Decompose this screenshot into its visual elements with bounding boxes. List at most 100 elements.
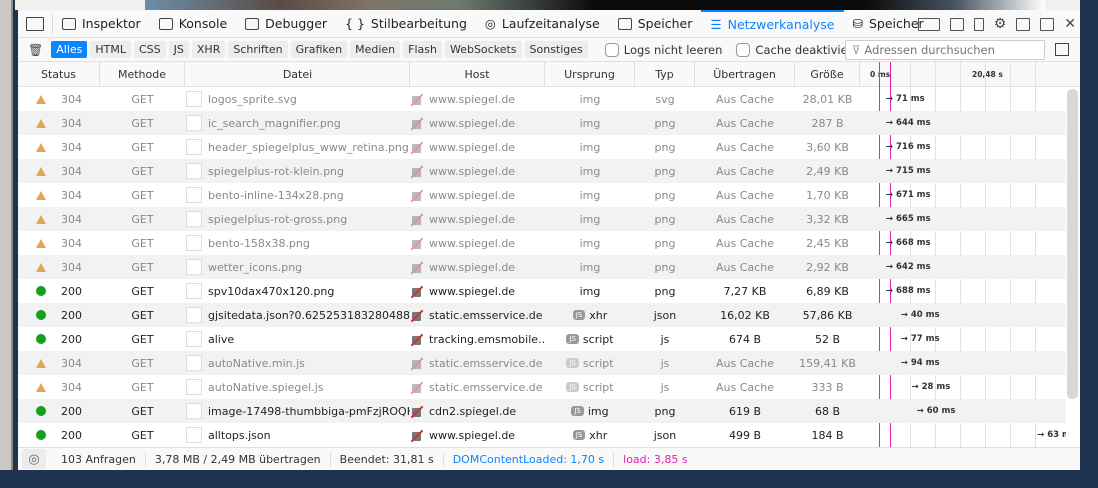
origin-value: xhr (589, 428, 608, 442)
screenshot-icon[interactable] (973, 17, 984, 31)
table-row[interactable]: 200 GET alltops.json www.spiegel.de JS xhr jso… (18, 423, 1066, 447)
tab-konsole[interactable]: Konsole (150, 10, 236, 38)
insecure-connection-icon (410, 261, 423, 274)
filter-sonstiges[interactable]: Sonstiges (524, 41, 588, 58)
persist-logs-checkbox[interactable]: Logs nicht leeren (604, 42, 723, 57)
trash-icon[interactable]: 🗑 (28, 43, 43, 57)
timing-value: 668 ms (895, 238, 931, 248)
close-icon[interactable]: ✕ (1064, 16, 1076, 32)
tab-netzwerkanalyse[interactable]: ☰ Netzwerkanalyse (701, 9, 844, 38)
arrow-icon: → (900, 334, 911, 344)
waterfall-cell: → 94 ms (860, 351, 1066, 375)
table-row[interactable]: 304 GET bento-158x38.png www.spiegel.de img p… (18, 231, 1066, 255)
status-cell: 304 (18, 111, 100, 135)
waterfall-cell: → 60 ms (860, 399, 1066, 423)
size-cell: 68 B (814, 404, 841, 418)
file-name: logos_sprite.svg (208, 92, 297, 106)
checkbox[interactable] (736, 42, 751, 57)
performance-analysis-icon[interactable]: ◎ (22, 449, 46, 469)
filter-grafiken[interactable]: Grafiken (290, 41, 348, 58)
table-row[interactable]: 304 GET logos_sprite.svg www.spiegel.de img s… (18, 87, 1066, 111)
table-row[interactable]: 304 GET spiegelplus-rot-gross.png www.spieg… (18, 207, 1066, 231)
inspector-icon (62, 17, 76, 30)
file-thumbnail-icon (186, 355, 202, 371)
file-thumbnail-icon (186, 235, 202, 251)
table-row[interactable]: 200 GET alive tracking.emsmobile… JS script js… (18, 327, 1066, 351)
tab-stilbearbeitung[interactable]: { } Stilbearbeitung (336, 10, 476, 38)
host-cell: www.spiegel.de (410, 423, 545, 447)
tab-label: Speicher (637, 16, 693, 31)
dock-side-icon[interactable] (1016, 17, 1031, 31)
header-size[interactable]: Größe (795, 62, 860, 86)
table-row[interactable]: 200 GET image-17498-thumbbiga-pmFzjROQH-… c… (18, 399, 1066, 423)
filter-schriften[interactable]: Schriften (228, 41, 288, 58)
status-ok-dot-icon (36, 286, 46, 296)
js-badge-icon: JS (566, 382, 579, 392)
filter-alles[interactable]: Alles (51, 41, 88, 58)
header-waterfall[interactable]: 0 ms 20,48 s (860, 62, 1066, 86)
timing-label: → 671 ms (886, 190, 931, 200)
arrow-icon: → (1037, 430, 1048, 440)
tab-inspektor[interactable]: Inspektor (53, 10, 150, 38)
file-thumbnail-icon (186, 211, 202, 227)
checkbox[interactable] (604, 42, 619, 57)
file-cell: bento-158x38.png (185, 231, 410, 255)
tab-speicher[interactable]: Speicher (609, 10, 702, 38)
table-row[interactable]: 304 GET autoNative.spiegel.js static.emsser… (18, 375, 1066, 399)
waterfall-cell: → 671 ms (860, 183, 1066, 207)
tab-laufzeitanalyse[interactable]: ◎ Laufzeitanalyse (476, 10, 609, 38)
gear-icon[interactable]: ⚙ (994, 16, 1007, 32)
split-console-icon[interactable] (917, 17, 940, 31)
header-transferred[interactable]: Übertragen (695, 62, 795, 86)
table-row[interactable]: 304 GET spiegelplus-rot-klein.png www.spieg… (18, 159, 1066, 183)
filter-medien[interactable]: Medien (350, 41, 401, 58)
table-row[interactable]: 304 GET ic_search_magnifier.png www.spiegel… (18, 111, 1066, 135)
type-cell: json (653, 428, 677, 442)
filter-js[interactable]: JS (168, 41, 189, 58)
filter-xhr[interactable]: XHR (191, 41, 226, 58)
transferred-cell: 619 B (728, 404, 762, 418)
table-row[interactable]: 200 GET gjsitedata.json?0.6252531832804888… (18, 303, 1066, 327)
search-input[interactable] (864, 43, 1035, 57)
transferred-cell: Aus Cache (716, 212, 774, 226)
url-filter[interactable]: ⊽ (845, 40, 1045, 60)
table-row[interactable]: 304 GET wetter_icons.png www.spiegel.de img p… (18, 255, 1066, 279)
table-row[interactable]: 200 GET spv10dax470x120.png www.spiegel.de i… (18, 279, 1066, 303)
header-method[interactable]: Methode (100, 62, 185, 86)
file-thumbnail-icon (186, 115, 202, 131)
size-cell: 52 B (814, 332, 841, 346)
scrollbar[interactable] (1066, 87, 1078, 447)
filter-css[interactable]: CSS (134, 41, 166, 58)
filter-websockets[interactable]: WebSockets (444, 41, 522, 58)
table-row[interactable]: 304 GET autoNative.min.js static.emsservice… (18, 351, 1066, 375)
element-picker-icon[interactable] (26, 16, 44, 31)
header-origin[interactable]: Ursprung (545, 62, 635, 86)
type-cell: png (654, 116, 676, 130)
table-row[interactable]: 304 GET bento-inline-134x28.png www.spiegel… (18, 183, 1066, 207)
filter-flash[interactable]: Flash (403, 41, 442, 58)
persist-logs-label: Logs nicht leeren (623, 42, 723, 57)
host-cell: www.spiegel.de (410, 183, 545, 207)
size-cell: 3,60 KB (806, 140, 849, 154)
undock-icon[interactable] (1040, 17, 1055, 31)
table-header: Status Methode Datei Host Ursprung Typ Ü… (18, 62, 1080, 87)
responsive-design-icon[interactable] (949, 17, 964, 31)
arrow-icon: → (900, 358, 911, 368)
origin-value: script (582, 380, 614, 394)
filter-html[interactable]: HTML (90, 41, 131, 58)
header-status[interactable]: Status (18, 62, 100, 86)
warning-triangle-icon (36, 190, 46, 200)
table-row[interactable]: 304 GET header_spiegelplus_www_retina.png w… (18, 135, 1066, 159)
header-host[interactable]: Host (410, 62, 545, 86)
type-cell: js (660, 332, 670, 346)
header-type[interactable]: Typ (635, 62, 695, 86)
header-file[interactable]: Datei (185, 62, 410, 86)
origin-cell: JS script (545, 351, 635, 375)
scrollbar-thumb[interactable] (1067, 89, 1078, 399)
toggle-sidebar-icon[interactable] (1055, 43, 1069, 56)
status-cell: 200 (18, 399, 100, 423)
filter-icon: ⊽ (852, 43, 861, 57)
file-cell: bento-inline-134x28.png (185, 183, 410, 207)
insecure-connection-icon (410, 189, 423, 202)
tab-debugger[interactable]: Debugger (236, 10, 336, 38)
